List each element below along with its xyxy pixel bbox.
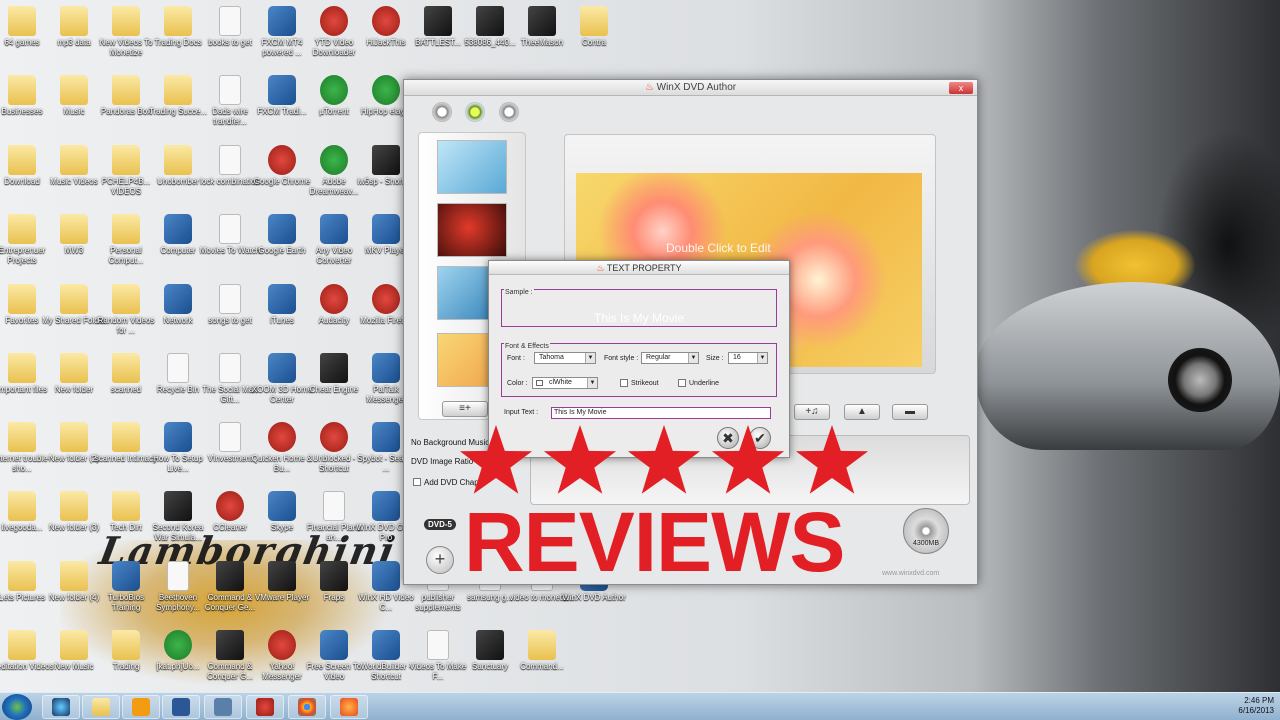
window-icon [214, 698, 232, 716]
ie-icon [52, 698, 70, 716]
start-button[interactable] [2, 694, 32, 720]
rating-stars [459, 425, 869, 494]
reviews-headline: REVIEWS [464, 495, 845, 589]
rating-star [711, 425, 785, 494]
firefox-icon [256, 698, 274, 716]
system-clock[interactable]: 2:46 PM 6/16/2013 [1238, 696, 1274, 716]
taskbar-word[interactable] [162, 695, 200, 719]
taskbar-app[interactable] [204, 695, 242, 719]
rating-star [543, 425, 617, 494]
folder-icon [92, 698, 110, 716]
chrome-icon [298, 698, 316, 716]
rating-star [459, 425, 533, 494]
media-icon [132, 698, 150, 716]
rating-star [795, 425, 869, 494]
taskbar: 2:46 PM 6/16/2013 [0, 692, 1280, 720]
rating-star [627, 425, 701, 494]
taskbar-chrome[interactable] [288, 695, 326, 719]
taskbar-explorer[interactable] [82, 695, 120, 719]
taskbar-firefox[interactable] [246, 695, 284, 719]
word-icon [172, 698, 190, 716]
clock-time: 2:46 PM [1244, 696, 1274, 705]
clock-date: 6/16/2013 [1238, 706, 1274, 715]
taskbar-media[interactable] [122, 695, 160, 719]
flame-icon [340, 698, 358, 716]
taskbar-ie[interactable] [42, 695, 80, 719]
taskbar-winx[interactable] [330, 695, 368, 719]
